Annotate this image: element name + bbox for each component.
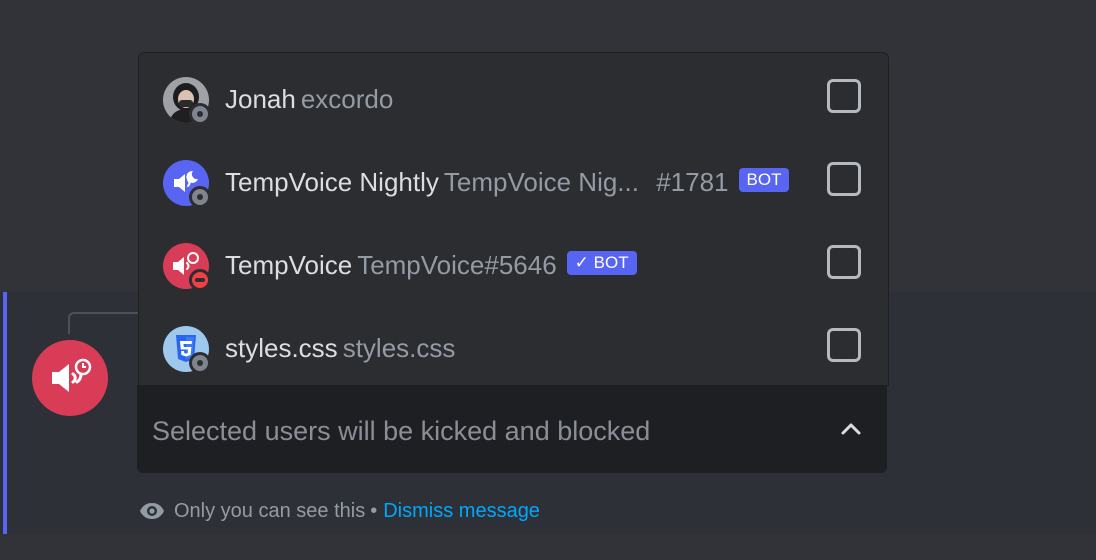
select-option-tempvoice-nightly[interactable]: TempVoice Nightly TempVoice Nig... #1781 B… xyxy=(139,139,888,222)
user-avatar xyxy=(163,77,211,125)
option-display-name: TempVoice Nightly xyxy=(225,167,439,197)
status-dnd-indicator xyxy=(189,269,211,291)
reply-spine xyxy=(68,312,138,334)
option-username: TempVoice#5646 xyxy=(357,250,557,280)
chevron-up-icon[interactable] xyxy=(837,415,865,443)
option-discriminator: #1781 xyxy=(656,167,729,197)
status-offline-indicator xyxy=(189,186,211,208)
user-avatar xyxy=(163,326,211,374)
dismiss-message-link[interactable]: Dismiss message xyxy=(383,500,540,523)
select-option-styles-css[interactable]: styles.css styles.css xyxy=(139,305,888,388)
select-option-tempvoice[interactable]: TempVoice TempVoice#5646 ✓ BOT xyxy=(139,222,888,305)
bot-avatar[interactable] xyxy=(32,340,108,416)
option-username: excordo xyxy=(300,84,394,114)
status-offline-indicator xyxy=(189,352,211,374)
status-offline-indicator xyxy=(189,103,211,125)
user-select-field[interactable]: Selected users will be kicked and blocke… xyxy=(137,385,887,473)
option-username: TempVoice Nig... xyxy=(443,167,639,197)
separator-dot: • xyxy=(370,499,378,522)
eye-icon xyxy=(140,503,164,519)
message-highlight-bar xyxy=(3,292,7,534)
select-option-jonah[interactable]: Jonah excordo xyxy=(139,56,888,139)
tempvoice-speaker-icon xyxy=(52,358,92,392)
option-display-name: styles.css xyxy=(225,333,338,363)
ephemeral-text: Only you can see this xyxy=(174,499,366,522)
option-checkbox[interactable] xyxy=(827,245,861,279)
user-avatar xyxy=(163,160,211,208)
ephemeral-notice: Only you can see this • Dismiss message xyxy=(138,497,540,525)
option-checkbox[interactable] xyxy=(827,79,861,113)
option-username: styles.css xyxy=(342,333,456,363)
option-display-name: TempVoice xyxy=(225,250,353,280)
user-select-menu[interactable]: Jonah excordo TempVoice Nightly TempVoice … xyxy=(138,52,889,386)
option-checkbox[interactable] xyxy=(827,162,861,196)
bot-badge: BOT xyxy=(738,168,790,193)
option-display-name: Jonah xyxy=(225,84,296,114)
user-avatar xyxy=(163,243,211,291)
option-checkbox[interactable] xyxy=(827,328,861,362)
select-placeholder: Selected users will be kicked and blocke… xyxy=(152,416,651,446)
verified-bot-badge: ✓ BOT xyxy=(566,251,637,276)
